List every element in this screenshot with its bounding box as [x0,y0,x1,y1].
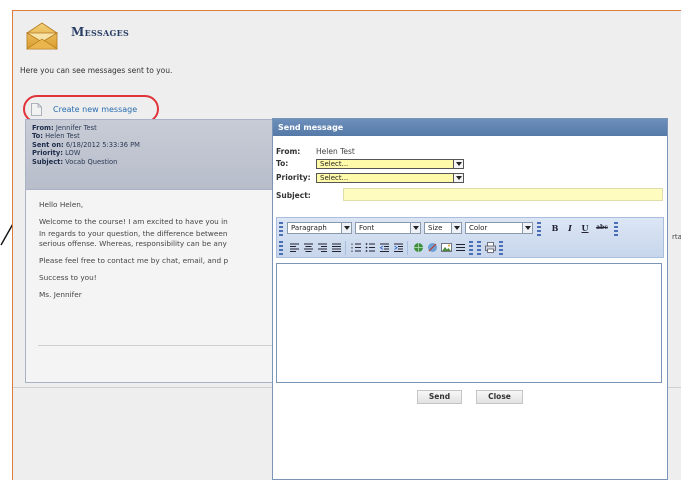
toolbar-grip[interactable] [477,241,481,255]
font-select-value: Font [359,224,375,232]
editor-toolbar: Paragraph Font Size Color B I U abc [276,217,664,258]
close-button[interactable]: Close [476,390,523,404]
message-header: From: Jennifer Test To: Helen Test Sent … [26,120,286,190]
subject-label: Subject: [32,157,64,166]
message-line: Ms. Jennifer [39,290,82,299]
font-select[interactable]: Font [355,222,421,234]
toolbar-separator [469,241,473,255]
align-center-icon[interactable] [303,242,314,253]
indent-icon[interactable] [393,242,404,253]
page-title: Messages [71,25,130,39]
chevron-down-icon [341,223,351,233]
size-select[interactable]: Size [424,222,462,234]
paragraph-select[interactable]: Paragraph [287,222,352,234]
toolbar-separator [499,241,503,255]
document-icon [31,103,42,116]
toolbar-separator [614,222,618,236]
print-icon[interactable] [485,242,496,253]
dialog-from-label: From: [276,147,301,156]
bullet-list-icon[interactable] [365,242,376,253]
bold-button[interactable]: B [549,222,561,234]
to-select[interactable]: Select... [316,159,464,169]
unlink-icon[interactable] [427,242,438,253]
message-body: Hello Helen, Welcome to the course! I am… [26,190,286,346]
message-subject: Vocab Question [65,157,118,166]
paragraph-select-value: Paragraph [291,224,327,232]
strikethrough-button[interactable]: abc [594,222,610,234]
intro-text: Here you can see messages sent to you. [20,66,173,75]
toolbar-separator [407,241,408,255]
toolbar-separator [537,222,541,236]
align-right-icon[interactable] [317,242,328,253]
envelope-icon [25,22,59,50]
dialog-to-label: To: [276,159,289,168]
priority-label: Priority: [32,149,63,158]
message-to: Helen Test [45,132,80,141]
message-line: Please feel free to contact me by chat, … [39,256,229,265]
subject-input[interactable] [343,188,663,201]
send-message-dialog: Send message From: Helen Test To: Select… [272,118,668,480]
priority-select[interactable]: Select... [316,173,464,183]
ordered-list-icon[interactable] [351,242,362,253]
message-line: Success to you! [39,273,97,282]
message-line: Welcome to the course! I am excited to h… [39,217,228,226]
chevron-down-icon [410,223,420,233]
toolbar-grip[interactable] [279,222,283,236]
link-icon[interactable] [413,242,424,253]
toolbar-separator [345,241,346,255]
horizontal-rule-icon[interactable] [455,242,466,253]
dialog-subject-label: Subject: [276,191,311,200]
priority-select-value: Select... [320,174,349,182]
from-label: From: [32,124,54,132]
sent-label: Sent on: [32,140,64,149]
to-label: To: [32,132,43,141]
chevron-down-icon [453,174,463,182]
message-editor[interactable] [276,263,662,383]
size-select-value: Size [428,224,443,232]
chevron-down-icon [453,160,463,168]
justify-icon[interactable] [331,242,342,253]
message-sent: 6/18/2012 5:33:36 PM [65,140,140,149]
chevron-down-icon [522,223,532,233]
clipped-text: rta [672,233,681,241]
align-left-icon[interactable] [289,242,300,253]
color-select[interactable]: Color [465,222,533,234]
message-card: From: Jennifer Test To: Helen Test Sent … [25,119,287,383]
to-select-value: Select... [320,160,349,168]
message-from: Jennifer Test [55,124,97,132]
message-divider [38,345,286,346]
message-priority: LOW [65,149,81,158]
chevron-down-icon [451,223,461,233]
message-line: Hello Helen, [39,200,84,209]
toolbar-grip[interactable] [279,241,283,255]
color-select-value: Color [469,224,488,232]
message-line: serious offense. Whereas, responsibility… [39,239,227,248]
create-new-message-label: Create new message [53,105,138,114]
italic-button[interactable]: I [564,222,576,234]
dialog-priority-label: Priority: [276,173,311,182]
underline-button[interactable]: U [579,222,591,234]
send-button[interactable]: Send [417,390,462,404]
dialog-title[interactable]: Send message [273,119,667,136]
outdent-icon[interactable] [379,242,390,253]
dialog-from-value: Helen Test [316,147,355,156]
message-line: In regards to your question, the differe… [39,229,228,238]
image-icon[interactable] [441,242,452,253]
